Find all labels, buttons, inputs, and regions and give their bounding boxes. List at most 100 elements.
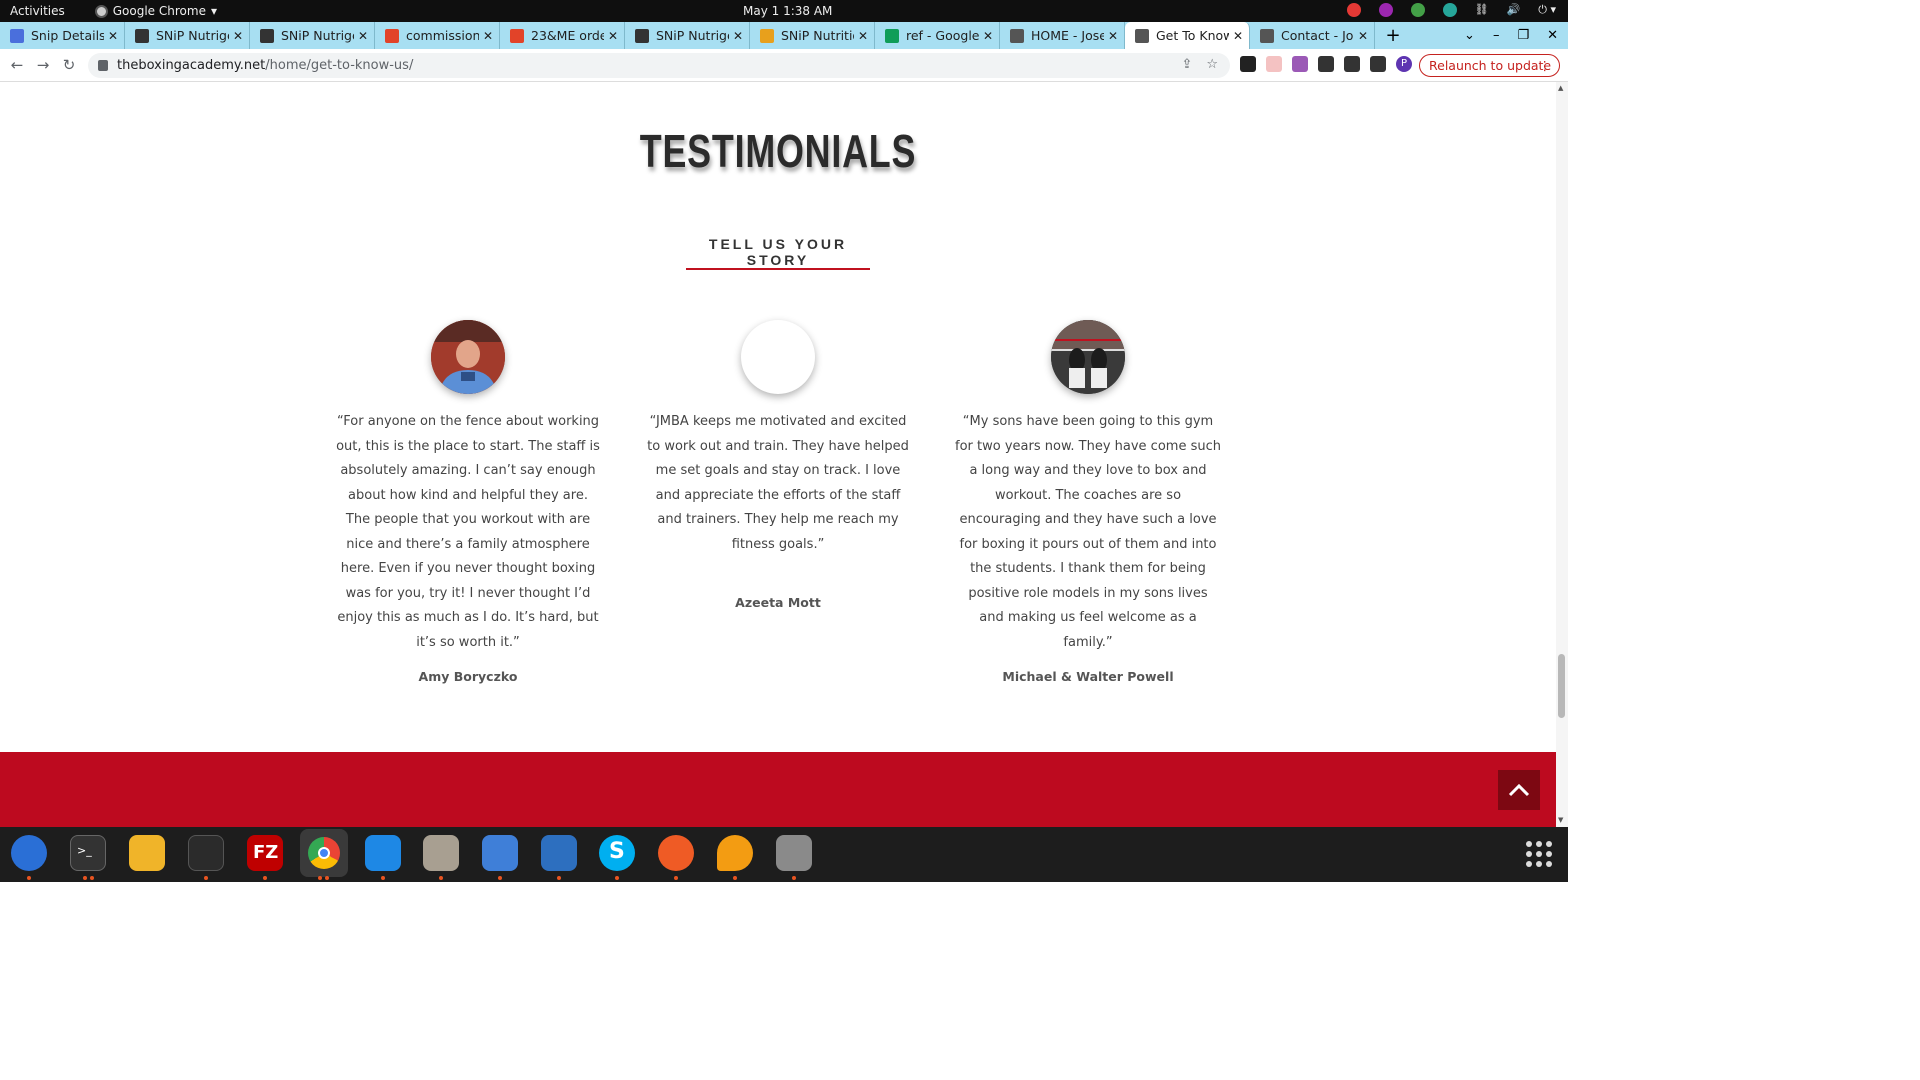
close-tab-icon[interactable]: ✕ xyxy=(858,29,868,43)
address-bar[interactable]: theboxingacademy.net/home/get-to-know-us… xyxy=(88,53,1230,78)
update-tray-icon[interactable] xyxy=(1410,3,1425,17)
browser-tab[interactable]: HOME - Jose ✕ xyxy=(1000,22,1125,49)
browser-tab[interactable]: 23&ME order ✕ xyxy=(500,22,625,49)
disk-utility-icon[interactable] xyxy=(776,835,812,871)
tab-favicon-icon xyxy=(385,28,399,43)
testimonial-card: “JMBA keeps me motivated and excited to … xyxy=(645,320,911,610)
system-monitor-icon[interactable] xyxy=(188,835,224,871)
tab-search-icon[interactable]: ⌄ xyxy=(1464,28,1475,43)
close-tab-icon[interactable]: ✕ xyxy=(733,29,743,43)
new-tab-button[interactable]: + xyxy=(1375,22,1411,49)
calendar-extension-icon[interactable] xyxy=(1266,56,1282,72)
tab-title: HOME - Jose xyxy=(1031,28,1104,43)
chrome-icon xyxy=(308,837,340,869)
relaunch-button[interactable]: Relaunch to update ⋮ xyxy=(1419,54,1560,77)
reload-icon[interactable]: ↻ xyxy=(56,56,82,74)
postman-icon[interactable] xyxy=(658,835,694,871)
scroll-down-arrow-icon[interactable]: ▼ xyxy=(1558,816,1563,824)
browser-tab[interactable]: Contact - Jos ✕ xyxy=(1250,22,1375,49)
running-indicator xyxy=(792,876,796,880)
running-indicator xyxy=(674,876,678,880)
extension-tray-icon[interactable] xyxy=(1378,3,1393,17)
skype-icon[interactable]: S xyxy=(599,835,635,871)
terminal-icon[interactable]: >_ xyxy=(70,835,106,871)
browser-tab[interactable]: SNiP Nutrige ✕ xyxy=(125,22,250,49)
more-menu-icon[interactable]: ⋮ xyxy=(1539,58,1552,73)
browser-tab-active[interactable]: Get To Know ✕ xyxy=(1125,22,1250,49)
back-icon[interactable]: ← xyxy=(4,56,30,74)
libreoffice-writer-icon[interactable] xyxy=(541,835,577,871)
testimonial-author: Michael & Walter Powell xyxy=(1002,669,1174,684)
running-indicator xyxy=(325,876,329,880)
tab-favicon-icon xyxy=(1010,28,1024,43)
omnibox-actions: ⇪ ☆ xyxy=(1181,57,1218,72)
downloads-icon[interactable] xyxy=(1344,56,1360,72)
running-indicator xyxy=(439,876,443,880)
xkb-tray-icon[interactable] xyxy=(1442,3,1457,17)
thunderbird-icon[interactable] xyxy=(11,835,47,871)
running-indicator xyxy=(381,876,385,880)
power-icon[interactable]: ⏻ ▾ xyxy=(1538,3,1556,17)
section-subtitle[interactable]: TELL US YOUR STORY xyxy=(686,236,870,268)
system-top-bar: Activities Google Chrome ▾ May 1 1:38 AM… xyxy=(0,0,1568,22)
close-tab-icon[interactable]: ✕ xyxy=(1108,29,1118,43)
filezilla-icon[interactable]: FZ xyxy=(247,835,283,871)
tab-favicon-icon xyxy=(10,28,24,43)
tab-favicon-icon xyxy=(1260,28,1274,43)
activities-button[interactable]: Activities xyxy=(10,4,65,18)
close-tab-icon[interactable]: ✕ xyxy=(233,29,243,43)
share-icon[interactable]: ⇪ xyxy=(1181,57,1192,72)
chrome-tray-icon[interactable] xyxy=(1346,3,1361,17)
avatar xyxy=(741,320,815,394)
volume-icon[interactable]: 🔊 xyxy=(1507,3,1521,17)
browser-tab[interactable]: ref - Google S ✕ xyxy=(875,22,1000,49)
close-tab-icon[interactable]: ✕ xyxy=(1358,29,1368,43)
close-tab-icon[interactable]: ✕ xyxy=(483,29,493,43)
close-tab-icon[interactable]: ✕ xyxy=(608,29,618,43)
lock-icon[interactable] xyxy=(98,60,108,71)
extensions-puzzle-icon[interactable] xyxy=(1318,56,1334,72)
files-icon[interactable] xyxy=(423,835,459,871)
network-icon[interactable]: ⛓ xyxy=(1475,3,1489,17)
scrollbar-thumb[interactable] xyxy=(1558,654,1565,718)
scroll-up-arrow-icon[interactable]: ▲ xyxy=(1558,84,1563,92)
browser-tab[interactable]: commission_ ✕ xyxy=(375,22,500,49)
window-controls: ⌄ – ❐ ✕ xyxy=(1464,22,1558,49)
system-tray: ⛓ 🔊 ⏻ ▾ xyxy=(1346,3,1556,17)
browser-tab[interactable]: Snip Details · ✕ xyxy=(0,22,125,49)
close-tab-icon[interactable]: ✕ xyxy=(1233,29,1243,43)
testimonial-card: “For anyone on the fence about working o… xyxy=(335,320,601,684)
subtitle-underline xyxy=(686,268,870,270)
restore-icon[interactable]: ❐ xyxy=(1517,28,1529,43)
show-applications-icon[interactable] xyxy=(1526,841,1552,867)
calculator-icon[interactable] xyxy=(129,835,165,871)
clock[interactable]: May 1 1:38 AM xyxy=(743,4,832,18)
app-menu[interactable]: Google Chrome ▾ xyxy=(94,4,217,18)
forward-icon[interactable]: → xyxy=(30,56,56,74)
tab-title: SNiP Nutrige xyxy=(656,28,729,43)
page-scrollbar[interactable]: ▲ ▼ xyxy=(1556,82,1568,827)
vscode-icon[interactable] xyxy=(365,835,401,871)
close-tab-icon[interactable]: ✕ xyxy=(358,29,368,43)
text-editor-icon[interactable] xyxy=(482,835,518,871)
minimize-icon[interactable]: – xyxy=(1493,28,1500,43)
close-tab-icon[interactable]: ✕ xyxy=(983,29,993,43)
scroll-to-top-button[interactable] xyxy=(1498,770,1540,810)
close-tab-icon[interactable]: ✕ xyxy=(108,29,118,43)
testimonial-author: Amy Boryczko xyxy=(418,669,518,684)
browser-toolbar: ← → ↻ theboxingacademy.net/home/get-to-k… xyxy=(0,49,1568,82)
browser-tab[interactable]: SNiP Nutrige ✕ xyxy=(250,22,375,49)
browser-tab[interactable]: SNiP Nutritio ✕ xyxy=(750,22,875,49)
side-panel-icon[interactable] xyxy=(1370,56,1386,72)
profile-avatar[interactable]: P xyxy=(1396,56,1412,72)
bookmark-star-icon[interactable]: ☆ xyxy=(1206,57,1218,72)
tab-title: SNiP Nutrige xyxy=(281,28,354,43)
close-window-icon[interactable]: ✕ xyxy=(1547,28,1558,43)
browser-tab[interactable]: SNiP Nutrige ✕ xyxy=(625,22,750,49)
eyedropper-extension-icon[interactable] xyxy=(1240,56,1256,72)
pen-extension-icon[interactable] xyxy=(1292,56,1308,72)
fire-app-icon[interactable] xyxy=(717,835,753,871)
tab-title: Snip Details · xyxy=(31,28,104,43)
chrome-dock-slot[interactable] xyxy=(300,829,348,877)
testimonial-quote: “My sons have been going to this gym for… xyxy=(955,414,1221,650)
